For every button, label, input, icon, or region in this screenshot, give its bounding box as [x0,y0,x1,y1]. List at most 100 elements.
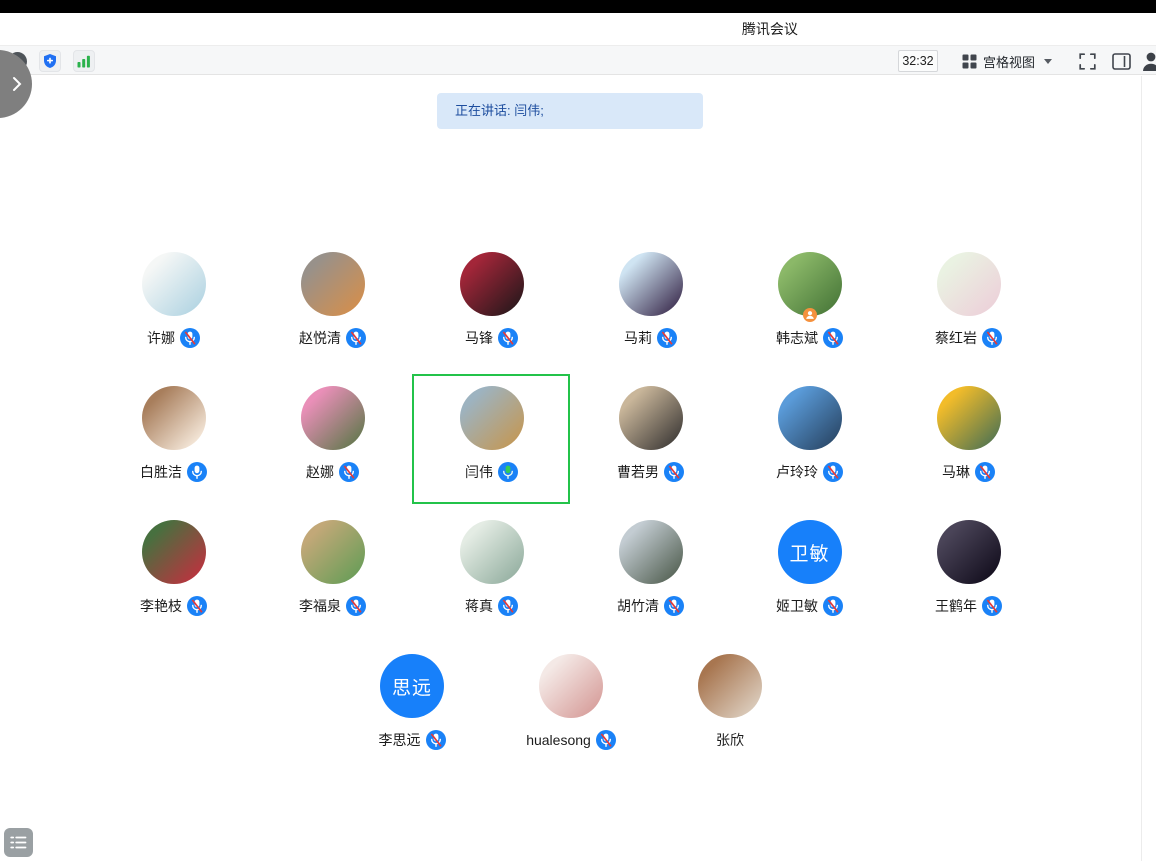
avatar [142,252,206,316]
view-mode-dropdown[interactable]: 宫格视图 [958,50,1056,73]
shield-plus-icon [42,53,58,69]
avatar [619,252,683,316]
mic-status-icon [982,328,1002,348]
participant-tile[interactable]: 赵悦清 [253,252,412,386]
participant-name: 马莉 [624,328,652,348]
speaking-banner: 正在讲话: 闫伟; [437,93,703,129]
security-shield-button[interactable] [39,50,61,72]
participant-name: 马琳 [942,462,970,482]
participant-tile[interactable]: 思远 李思远 [333,654,492,788]
participant-tile[interactable]: 马琳 [889,386,1048,520]
avatar [778,386,842,450]
participant-name: 蔡红岩 [935,328,977,348]
mic-status-icon [187,596,207,616]
mic-status-icon [498,462,518,482]
participant-name: 蒋真 [465,596,493,616]
participant-name: 马锋 [465,328,493,348]
avatar [539,654,603,718]
participant-tile[interactable]: 蔡红岩 [889,252,1048,386]
participant-name: hualesong [526,732,591,748]
participant-name: 李福泉 [299,596,341,616]
participant-name: 赵娜 [306,462,334,482]
mic-status-icon [187,462,207,482]
participant-name: 李艳枝 [140,596,182,616]
participant-tile[interactable]: 李艳枝 [94,520,253,654]
participant-name: 曹若男 [617,462,659,482]
view-mode-label: 宫格视图 [983,52,1035,71]
participant-name: 闫伟 [465,462,493,482]
avatar [698,654,762,718]
chevron-down-icon [1044,59,1052,64]
mic-status-icon [823,596,843,616]
avatar [460,386,524,450]
participant-tile[interactable]: 赵娜 [253,386,412,520]
participant-tile[interactable]: 马莉 [571,252,730,386]
participant-tile[interactable]: 卢玲玲 [730,386,889,520]
participant-tile[interactable]: 王鹤年 [889,520,1048,654]
grid-view-icon [962,54,977,69]
participant-tile[interactable]: 卫敏 姬卫敏 [730,520,889,654]
participant-name: 张欣 [716,730,744,750]
participant-person-icon [1142,50,1156,72]
avatar [301,386,365,450]
side-panel-toggle-button[interactable] [1110,50,1132,72]
mic-status-icon [498,328,518,348]
participant-tile[interactable]: 闫伟 [412,386,571,520]
fullscreen-button[interactable] [1076,50,1098,72]
chevron-right-icon [12,76,22,92]
participant-name: 卢玲玲 [776,462,818,482]
participant-tile[interactable]: 张欣 [651,654,810,788]
side-panel-icon [1112,53,1131,70]
screen-top-strip [0,0,1156,13]
avatar [619,520,683,584]
participant-tile[interactable]: 马锋 [412,252,571,386]
mic-status-icon [982,596,1002,616]
avatar [778,252,842,316]
participant-tile[interactable]: 许娜 [94,252,253,386]
participant-name: 胡竹清 [617,596,659,616]
participant-grid: 许娜 赵悦清 [94,252,1048,788]
avatar [460,252,524,316]
participant-name: 许娜 [147,328,175,348]
participant-tile[interactable]: 白胜洁 [94,386,253,520]
participant-tile[interactable]: 李福泉 [253,520,412,654]
participant-name: 李思远 [379,730,421,750]
meeting-timer: 32:32 [898,50,938,72]
mic-status-icon [657,328,677,348]
mic-status-icon [823,462,843,482]
mic-status-icon [664,462,684,482]
participant-tile[interactable]: 蒋真 [412,520,571,654]
network-signal-button[interactable] [73,50,95,72]
avatar: 思远 [380,654,444,718]
mic-status-icon [596,730,616,750]
participant-tile[interactable]: 曹若男 [571,386,730,520]
avatar [937,520,1001,584]
participant-name: 韩志斌 [776,328,818,348]
avatar: 卫敏 [778,520,842,584]
window-title: 腾讯会议 [742,13,798,45]
participant-tile[interactable]: hualesong [492,654,651,788]
mic-status-icon [823,328,843,348]
avatar [142,386,206,450]
participants-button[interactable] [1142,50,1156,72]
mic-status-icon [346,596,366,616]
mic-status-icon [346,328,366,348]
agenda-list-button[interactable] [4,828,33,857]
agenda-list-icon [10,835,27,850]
mic-status-icon [180,328,200,348]
participant-name: 赵悦清 [299,328,341,348]
participant-tile[interactable]: 胡竹清 [571,520,730,654]
participant-name: 王鹤年 [935,596,977,616]
avatar [460,520,524,584]
participant-name: 白胜洁 [140,462,182,482]
mic-status-icon [339,462,359,482]
mic-status-icon [426,730,446,750]
mic-status-icon [498,596,518,616]
mic-status-icon [975,462,995,482]
signal-bars-icon [77,55,91,68]
titlebar: 腾讯会议 [0,13,1156,45]
toolbar: i 32:32 宫格视图 [0,45,1156,75]
participant-tile[interactable]: 韩志斌 [730,252,889,386]
avatar [301,520,365,584]
window-edge-divider [1141,76,1142,861]
